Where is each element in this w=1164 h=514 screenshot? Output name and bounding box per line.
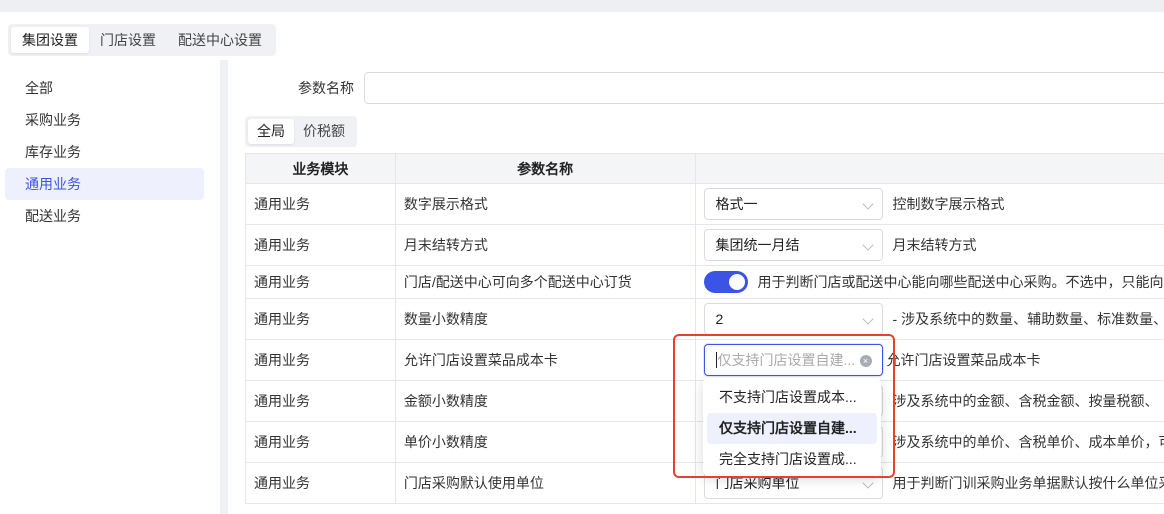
table-row: 通用业务 允许门店设置菜品成本卡 仅支持门店设置自建... × 允许门店设置菜品… bbox=[246, 340, 1164, 381]
quantity-precision-select[interactable]: 2 bbox=[703, 303, 883, 335]
table-row: 通用业务 数字展示格式 格式一 控制数字展示格式 bbox=[246, 184, 1164, 225]
cell-module: 通用业务 bbox=[246, 381, 396, 421]
tab-global[interactable]: 全局 bbox=[248, 119, 294, 144]
dropdown-option[interactable]: 不支持门店设置成本... bbox=[707, 382, 877, 413]
cell-param-name: 月末结转方式 bbox=[396, 225, 696, 265]
sidebar-item-purchasing[interactable]: 采购业务 bbox=[5, 104, 204, 136]
param-name-label: 参数名称 bbox=[298, 80, 354, 96]
tab-price-tax[interactable]: 价税额 bbox=[294, 119, 354, 144]
select-value: 格式一 bbox=[715, 196, 758, 212]
table-row: 通用业务 门店/配送中心可向多个配送中心订货 用于判断门店或配送中心能向哪些配送… bbox=[246, 266, 1164, 299]
cell-param-name: 允许门店设置菜品成本卡 bbox=[396, 340, 696, 380]
top-strip bbox=[0, 0, 1164, 12]
sidebar-item-all[interactable]: 全部 bbox=[5, 72, 204, 104]
cell-value: 仅支持门店设置自建... × 允许门店设置菜品成本卡 bbox=[696, 340, 1164, 380]
select-value: 2 bbox=[715, 311, 724, 327]
cell-module: 通用业务 bbox=[246, 340, 396, 380]
cell-param-name: 门店采购默认使用单位 bbox=[396, 463, 696, 503]
cell-param-name: 门店/配送中心可向多个配送中心订货 bbox=[396, 266, 696, 298]
dropdown-option-selected[interactable]: 仅支持门店设置自建... bbox=[707, 413, 877, 444]
param-description: 用于判断门店或配送中心能向哪些配送中心采购。不选中，只能向 bbox=[757, 274, 1164, 290]
table-row: 通用业务 数量小数精度 2 - 涉及系统中的数量、辅助数量、标准数量、 bbox=[246, 299, 1164, 340]
tab-store-settings[interactable]: 门店设置 bbox=[89, 27, 167, 53]
header-value bbox=[696, 154, 1164, 183]
header-param-name: 参数名称 bbox=[396, 154, 696, 183]
cell-module: 通用业务 bbox=[246, 266, 396, 298]
cell-param-name: 单价小数精度 bbox=[396, 422, 696, 462]
chevron-down-icon bbox=[861, 477, 874, 489]
cell-value: 集团统一月结 月末结转方式 bbox=[696, 225, 1164, 265]
sidebar-item-inventory[interactable]: 库存业务 bbox=[5, 136, 204, 168]
param-description: - 涉及系统中的数量、辅助数量、标准数量、 bbox=[892, 311, 1164, 327]
cell-module: 通用业务 bbox=[246, 299, 396, 339]
param-description: 涉及系统中的单价、含税单价、成本单价，可 bbox=[892, 434, 1164, 450]
table-row: 通用业务 月末结转方式 集团统一月结 月末结转方式 bbox=[246, 225, 1164, 266]
text-caret bbox=[715, 352, 717, 368]
table-header: 业务模块 参数名称 bbox=[246, 154, 1164, 184]
sidebar-divider bbox=[220, 60, 228, 514]
tab-distribution-center-settings[interactable]: 配送中心设置 bbox=[167, 27, 273, 53]
select-value: 门店采购单位 bbox=[715, 475, 800, 491]
main-tabs: 集团设置 门店设置 配送中心设置 bbox=[8, 24, 276, 56]
param-name-input[interactable] bbox=[364, 72, 1164, 104]
cell-param-name: 数字展示格式 bbox=[396, 184, 696, 224]
multi-dc-order-toggle[interactable] bbox=[703, 271, 748, 293]
select-value: 集团统一月结 bbox=[715, 237, 800, 253]
cell-value: 2 - 涉及系统中的数量、辅助数量、标准数量、 bbox=[696, 299, 1164, 339]
number-format-select[interactable]: 格式一 bbox=[703, 188, 883, 220]
cell-module: 通用业务 bbox=[246, 184, 396, 224]
tab-group-settings[interactable]: 集团设置 bbox=[11, 27, 89, 53]
month-end-select[interactable]: 集团统一月结 bbox=[703, 229, 883, 261]
param-description: 涉及系统中的金额、含税金额、按量税额、 bbox=[892, 393, 1159, 409]
cell-module: 通用业务 bbox=[246, 225, 396, 265]
param-description: 控制数字展示格式 bbox=[892, 196, 1005, 212]
cell-module: 通用业务 bbox=[246, 422, 396, 462]
cell-param-name: 数量小数精度 bbox=[396, 299, 696, 339]
chevron-down-icon bbox=[861, 198, 874, 210]
cell-value: 用于判断门店或配送中心能向哪些配送中心采购。不选中，只能向 bbox=[696, 266, 1164, 298]
sidebar: 全部 采购业务 库存业务 通用业务 配送业务 bbox=[0, 72, 210, 232]
cell-module: 通用业务 bbox=[246, 463, 396, 503]
param-description: 允许门店设置菜品成本卡 bbox=[886, 352, 1041, 368]
chevron-down-icon bbox=[861, 239, 874, 251]
sub-tabs: 全局 价税额 bbox=[245, 116, 357, 147]
select-placeholder: 仅支持门店设置自建... bbox=[717, 352, 856, 368]
cell-param-name: 金额小数精度 bbox=[396, 381, 696, 421]
sidebar-item-distribution[interactable]: 配送业务 bbox=[5, 200, 204, 232]
cell-value: 格式一 控制数字展示格式 bbox=[696, 184, 1164, 224]
toggle-knob bbox=[728, 274, 745, 290]
param-description: 月末结转方式 bbox=[892, 237, 977, 253]
dropdown-option[interactable]: 完全支持门店设置成... bbox=[707, 444, 877, 475]
sidebar-item-general[interactable]: 通用业务 bbox=[5, 168, 204, 200]
header-module: 业务模块 bbox=[246, 154, 396, 183]
chevron-down-icon bbox=[861, 313, 874, 325]
param-description: 用于判断门训采购业务单据默认按什么单位采 bbox=[892, 475, 1164, 491]
cost-card-select[interactable]: 仅支持门店设置自建... × bbox=[703, 344, 883, 376]
cost-card-dropdown: 不支持门店设置成本... 仅支持门店设置自建... 完全支持门店设置成... bbox=[703, 378, 881, 476]
clear-icon[interactable]: × bbox=[859, 355, 872, 367]
